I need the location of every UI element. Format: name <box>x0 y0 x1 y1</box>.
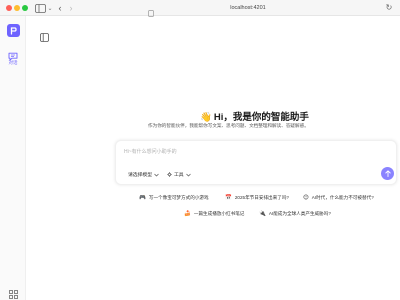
chevron-down-icon <box>154 173 159 176</box>
chevron-down-icon <box>185 173 191 176</box>
suggestion-chip[interactable]: 😊 AI时代，什么能力不可被替代? <box>300 192 377 203</box>
suggestion-text: 一篇生成播放小红书笔记 <box>193 210 245 216</box>
sidebar-item-chat[interactable]: 对话 <box>4 46 22 70</box>
tools-label: 工具 <box>174 173 184 178</box>
waving-hand-icon: 👋 <box>200 112 212 123</box>
close-window-button[interactable] <box>6 5 12 11</box>
zoom-window-button[interactable] <box>22 5 28 11</box>
calendar-icon: 📅 <box>225 194 232 201</box>
chat-bubble-icon <box>8 48 18 61</box>
suggestion-chip[interactable]: 🍰 一篇生成播放小红书笔记 <box>181 208 248 219</box>
page-title: 👋 Hi，我是你的智能助手 <box>200 109 390 123</box>
suggestion-chip[interactable]: 📅 2025年节日安排出来了吗? <box>222 192 292 203</box>
app-logo <box>7 24 20 37</box>
chat-composer: 请选择模型 工具 <box>115 140 397 185</box>
sidebar-toggle-icon[interactable] <box>34 3 46 13</box>
chevron-down-icon[interactable]: ⌄ <box>47 3 53 13</box>
tools-button[interactable]: 工具 <box>167 171 191 178</box>
suggestion-text: AI能成为全球人类产生威胁吗? <box>268 210 331 216</box>
smiley-icon: 😊 <box>303 194 309 201</box>
forward-arrow-icon[interactable]: › <box>67 3 75 13</box>
grid-icon[interactable] <box>9 286 18 299</box>
address-bar[interactable]: localhost:4201 <box>148 3 348 17</box>
model-select[interactable]: 请选择模型 <box>128 171 159 178</box>
reload-icon[interactable]: ↻ <box>384 3 394 13</box>
url-text: localhost:4201 <box>230 5 266 11</box>
back-arrow-icon[interactable]: ‹ <box>56 3 64 13</box>
title-text: Hi，我是你的智能助手 <box>213 112 309 123</box>
model-select-label: 请选择模型 <box>128 173 152 178</box>
tools-icon <box>167 172 172 177</box>
suggestion-chip[interactable]: 🔌 AI能成为全球人类产生威胁吗? <box>256 208 334 219</box>
browser-titlebar: ⌄ ‹ › localhost:4201 ↻ <box>0 0 400 17</box>
cake-icon: 🍰 <box>184 210 191 217</box>
game-controller-icon: 🎮 <box>139 194 146 201</box>
panel-toggle-icon[interactable] <box>40 29 49 42</box>
left-rail: 对话 <box>0 16 26 300</box>
suggestion-text: 2025年节日安排出来了吗? <box>234 194 289 200</box>
plug-icon: 🔌 <box>259 210 266 217</box>
arrow-up-icon <box>384 170 391 177</box>
suggestion-chip[interactable]: 🎮 写一个像宝可梦方式的小游戏 <box>136 192 212 203</box>
suggestion-text: AI时代，什么能力不可被替代? <box>311 194 374 200</box>
suggestion-text: 写一个像宝可梦方式的小游戏 <box>148 194 209 200</box>
minimize-window-button[interactable] <box>14 5 20 11</box>
chat-input[interactable] <box>124 148 324 156</box>
page-subtitle: 作为你的智能伙伴，我能帮你写文案、思考问题、文档整理和解读、答疑解惑。 <box>148 123 309 128</box>
sidebar-item-label: 对话 <box>8 60 18 65</box>
send-button[interactable] <box>381 167 394 180</box>
